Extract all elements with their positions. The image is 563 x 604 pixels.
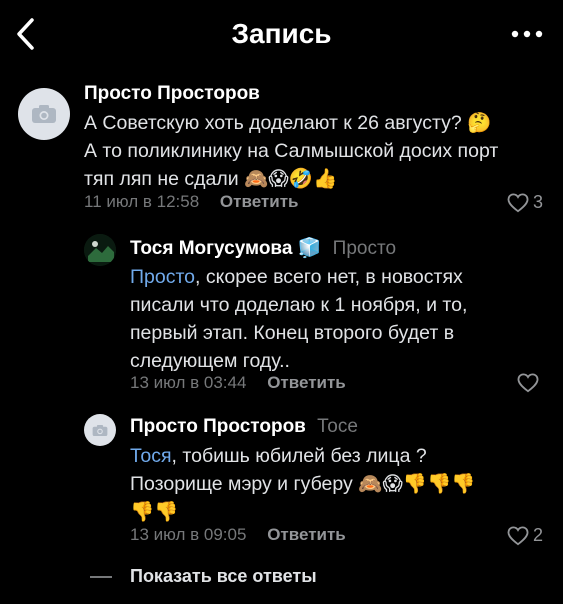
comment-text-line: 👎👎: [130, 501, 179, 523]
comment-meta: 13 июл в 09:05 Ответить: [130, 525, 346, 545]
mention-link[interactable]: Просто: [130, 266, 195, 288]
heart-outline-icon: [507, 525, 529, 545]
avatar[interactable]: [18, 88, 70, 140]
page-title: Запись: [231, 18, 332, 49]
author-badge: 🧊: [297, 237, 322, 259]
comment-author: Просто Просторов Тосе: [130, 416, 358, 438]
divider-line: [90, 575, 112, 578]
like-button[interactable]: 2: [507, 525, 543, 546]
avatar-image-icon: [84, 234, 116, 266]
comment-text-fragment: , скорее всего нет, в новостях: [195, 266, 463, 288]
comment-text-fragment: , тобишь юбилей без лица ?: [171, 445, 427, 467]
comment-3: Просто Просторов Тосе Тося, тобишь юбиле…: [0, 404, 563, 554]
comment-text-line: Тося, тобишь юбилей без лица ?: [130, 442, 550, 470]
like-count: 3: [532, 192, 543, 212]
comment-text-line: Позорище мэру и губеру 🙈😱👎👎👎: [130, 473, 476, 495]
comment-text-line: следующем году..: [130, 350, 290, 372]
author-name[interactable]: Тося Могусумова: [130, 238, 292, 259]
comment-text: А Советскую хоть доделают к 26 августу? …: [84, 109, 554, 193]
show-all-label: Показать все ответы: [130, 566, 317, 586]
comment-text-line: А Советскую хоть доделают к 26 августу? …: [84, 112, 492, 134]
comment-meta: 13 июл в 03:44 Ответить: [130, 373, 346, 393]
show-all-replies-button[interactable]: Показать все ответы: [90, 566, 317, 587]
comment-author[interactable]: Просто Просторов: [84, 83, 260, 105]
avatar[interactable]: [84, 414, 116, 446]
top-bar: Запись: [0, 0, 563, 70]
mention-link[interactable]: Тося: [130, 445, 172, 467]
comment-1: Просто Просторов А Советскую хоть додела…: [0, 80, 563, 220]
heart-outline-icon: [507, 192, 529, 212]
comment-meta: 11 июл в 12:58 Ответить: [84, 192, 298, 212]
heart-outline-icon: [517, 373, 539, 393]
comment-date: 13 июл в 03:44: [130, 373, 247, 392]
comment-text-line: А то поликлинику на Салмышской досих пор…: [84, 140, 499, 162]
reply-button[interactable]: Ответить: [220, 192, 299, 211]
author-name[interactable]: Просто Просторов: [130, 416, 306, 437]
avatar[interactable]: [84, 234, 116, 266]
more-horizontal-icon[interactable]: [509, 24, 545, 44]
reply-button[interactable]: Ответить: [267, 525, 346, 544]
comment-date: 13 июл в 09:05: [130, 525, 247, 544]
comment-text-line: Просто, скорее всего нет, в новостях: [130, 263, 550, 291]
comment-text: Тося, тобишь юбилей без лица ? Позорище …: [130, 442, 550, 526]
comment-2: Тося Могусумова 🧊 Просто Просто, скорее …: [0, 228, 563, 398]
comment-text-line: первый этап. Конец второго будет в: [130, 322, 455, 344]
camera-icon: [32, 105, 56, 123]
comment-text: Просто, скорее всего нет, в новостях пис…: [130, 263, 550, 375]
reply-button[interactable]: Ответить: [267, 373, 346, 392]
reply-to-label[interactable]: Тосе: [317, 416, 358, 437]
comment-date: 11 июл в 12:58: [84, 192, 200, 211]
like-button[interactable]: 3: [507, 192, 543, 213]
camera-icon: [92, 424, 108, 436]
reply-to-label[interactable]: Просто: [333, 238, 396, 259]
comment-text-line: тяп ляп не сдали 🙈😱🤣👍: [84, 168, 338, 190]
like-button[interactable]: [517, 373, 543, 393]
like-count: 2: [532, 525, 543, 545]
comment-text-line: писали что доделаю к 1 ноября, и то,: [130, 294, 468, 316]
comment-author: Тося Могусумова 🧊 Просто: [130, 236, 396, 260]
